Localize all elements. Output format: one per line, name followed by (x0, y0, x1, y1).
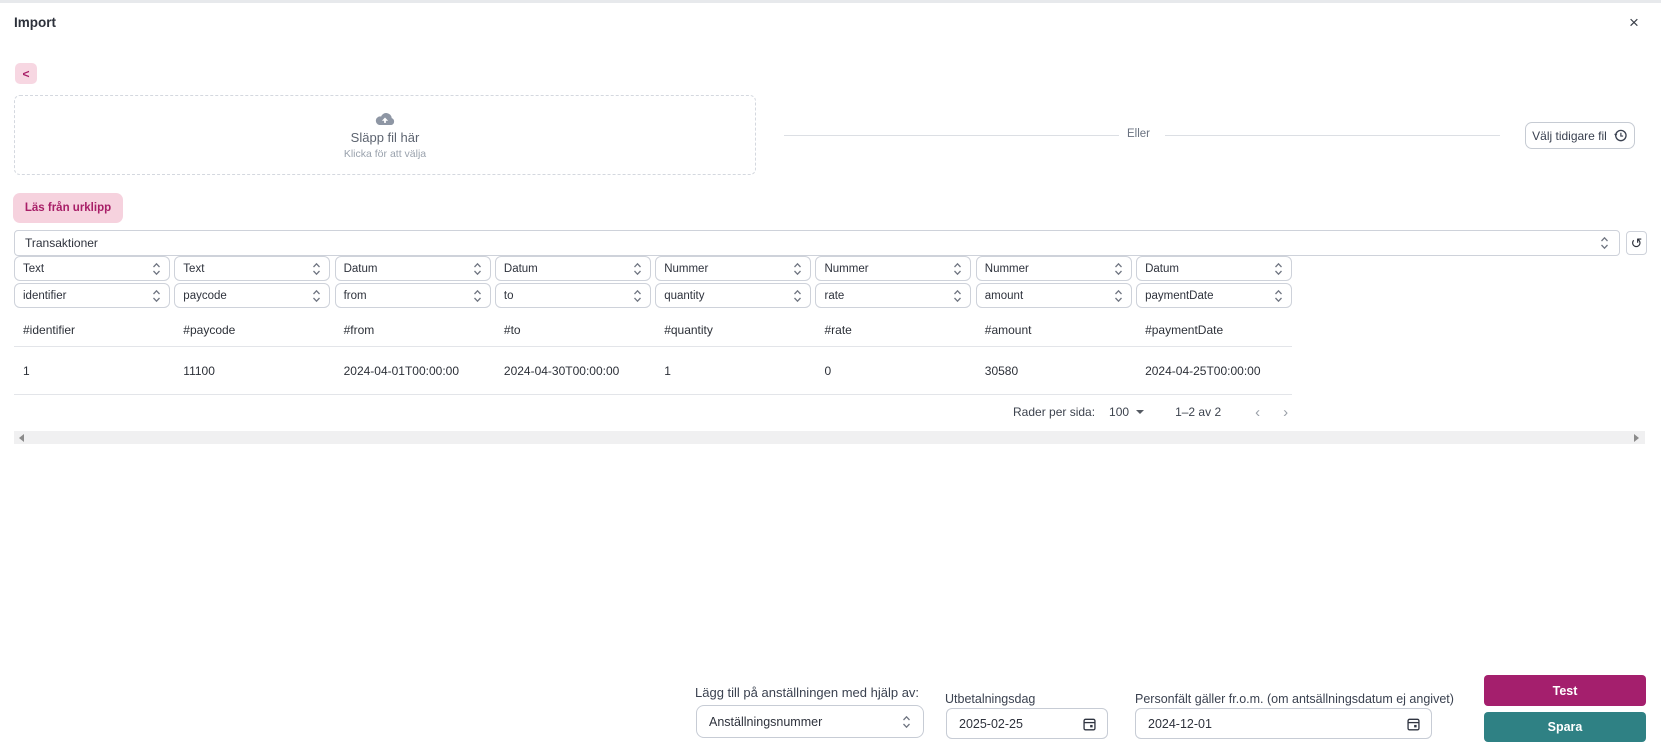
mapping-type-select[interactable]: Nummer (975, 256, 1132, 281)
chevron-up-down-icon (1600, 236, 1609, 250)
table-cell: 1 (23, 364, 30, 378)
column-header: #quantity (664, 323, 713, 337)
column-header: #to (503, 323, 521, 337)
save-button[interactable]: Spara (1484, 712, 1646, 742)
import-type-value: Transaktioner (25, 236, 98, 250)
calendar-icon (1082, 716, 1097, 732)
match-by-select[interactable]: Anställningsnummer (696, 705, 924, 738)
choose-previous-file-button[interactable]: Välj tidigare fil (1525, 122, 1635, 149)
page-title: Import (14, 15, 56, 30)
previous-file-label: Välj tidigare fil (1532, 128, 1607, 143)
mapping-type-select[interactable]: Text (174, 256, 331, 281)
dropzone-subtitle: Klicka för att välja (343, 147, 427, 160)
chevron-up-down-icon (953, 289, 962, 303)
chevron-up-down-icon (633, 289, 642, 303)
mapping-type-select[interactable]: Datum (334, 256, 491, 281)
divider-label: Eller (1127, 128, 1151, 140)
mapping-field-select[interactable]: to (494, 283, 651, 308)
mapping-field-select[interactable]: paymentDate (1136, 283, 1293, 308)
table-cell: 11100 (183, 364, 215, 378)
horizontal-scrollbar[interactable] (14, 431, 1645, 444)
mapping-type-select[interactable]: Nummer (655, 256, 812, 281)
mapping-field-select[interactable]: from (334, 283, 491, 308)
chevron-up-down-icon (152, 289, 161, 303)
table-cell: 0 (824, 364, 832, 378)
mapping-type-select[interactable]: Datum (1136, 256, 1293, 281)
read-from-clipboard-button[interactable]: Läs från urklipp (13, 193, 123, 223)
table-cell: 1 (664, 364, 671, 378)
mapping-field-select[interactable]: identifier (14, 283, 170, 308)
table-cell: 2024-04-01T00:00:00 (343, 364, 460, 378)
payment-date-input[interactable] (959, 716, 1082, 731)
column-header: #paycode (183, 323, 236, 337)
table-cell: 30580 (984, 364, 1019, 378)
table-cell: 2024-04-30T00:00:00 (503, 364, 620, 378)
rows-per-page-label: Rader per sida: (1013, 405, 1096, 419)
chevron-up-down-icon (793, 289, 802, 303)
scroll-left-icon[interactable] (19, 433, 24, 442)
person-field-date (1135, 708, 1432, 739)
mapping-type-select[interactable]: Text (14, 256, 170, 281)
file-dropzone[interactable]: Släpp fil här Klicka för att välja (14, 95, 756, 175)
match-by-label: Lägg till på anställningen med hjälp av: (695, 685, 920, 700)
chevron-up-down-icon (1114, 289, 1123, 303)
test-button[interactable]: Test (1484, 675, 1646, 706)
pagination: Rader per sida: 100 1–2 av 2 ‹ › (1013, 403, 1291, 421)
next-page-button[interactable]: › (1280, 405, 1291, 420)
table-row-divider (14, 394, 1292, 395)
column-header: #rate (824, 323, 852, 337)
person-field-date-label: Personfält gäller fr.o.m. (om antsällnin… (1135, 692, 1454, 706)
chevron-up-down-icon (953, 262, 962, 276)
close-icon[interactable]: × (1629, 14, 1639, 31)
previous-page-button[interactable]: ‹ (1252, 405, 1263, 420)
column-header: #identifier (23, 323, 76, 337)
payment-date-label: Utbetalningsdag (945, 692, 1036, 706)
mapping-field-row: identifier paycode from to quantity rate… (14, 283, 1293, 308)
import-type-select[interactable]: Transaktioner (14, 230, 1620, 256)
chevron-up-down-icon (152, 262, 161, 276)
mapping-type-select[interactable]: Nummer (815, 256, 972, 281)
chevron-up-down-icon (1274, 262, 1283, 276)
pagination-range: 1–2 av 2 (1175, 405, 1222, 419)
caret-down-icon (1136, 410, 1145, 414)
reset-mapping-button[interactable]: ↺ (1626, 231, 1647, 255)
chevron-up-down-icon (312, 262, 321, 276)
scroll-right-icon[interactable] (1634, 433, 1639, 442)
table-cell: 2024-04-25T00:00:00 (1145, 364, 1261, 378)
mapping-type-select[interactable]: Datum (494, 256, 651, 281)
calendar-icon (1406, 716, 1421, 732)
chevron-up-down-icon (473, 262, 482, 276)
divider-line-right (1165, 135, 1500, 136)
table-row: 1 11100 2024-04-01T00:00:00 2024-04-30T0… (14, 364, 1296, 378)
mapping-field-select[interactable]: rate (815, 283, 972, 308)
import-dialog: Import × < Släpp fil här Klicka för att … (0, 0, 1661, 752)
chevron-up-down-icon (312, 289, 321, 303)
reset-icon: ↺ (1630, 235, 1643, 251)
column-header: #from (343, 323, 375, 337)
divider-line-left (784, 135, 1119, 136)
table-header-divider (14, 346, 1292, 347)
payment-date-field (946, 708, 1108, 739)
chevron-up-down-icon (902, 715, 911, 729)
person-field-date-input[interactable] (1148, 716, 1406, 731)
chevron-up-down-icon (1114, 262, 1123, 276)
mapping-field-select[interactable]: quantity (655, 283, 812, 308)
chevron-up-down-icon (473, 289, 482, 303)
rows-per-page-select[interactable]: 100 (1109, 405, 1145, 419)
back-button[interactable]: < (15, 63, 37, 84)
cloud-upload-icon (374, 111, 396, 127)
mapping-field-select[interactable]: amount (975, 283, 1132, 308)
history-icon (1613, 128, 1628, 143)
column-header: #amount (984, 323, 1032, 337)
chevron-up-down-icon (793, 262, 802, 276)
dropzone-title: Släpp fil här (350, 129, 420, 145)
chevron-up-down-icon (1274, 289, 1283, 303)
preview-table-header: #identifier #paycode #from #to #quantity… (14, 323, 1296, 337)
mapping-type-row: Text Text Datum Datum Nummer Nummer Numm… (14, 256, 1293, 281)
chevron-up-down-icon (633, 262, 642, 276)
mapping-field-select[interactable]: paycode (174, 283, 331, 308)
column-header: #paymentDate (1145, 323, 1224, 337)
